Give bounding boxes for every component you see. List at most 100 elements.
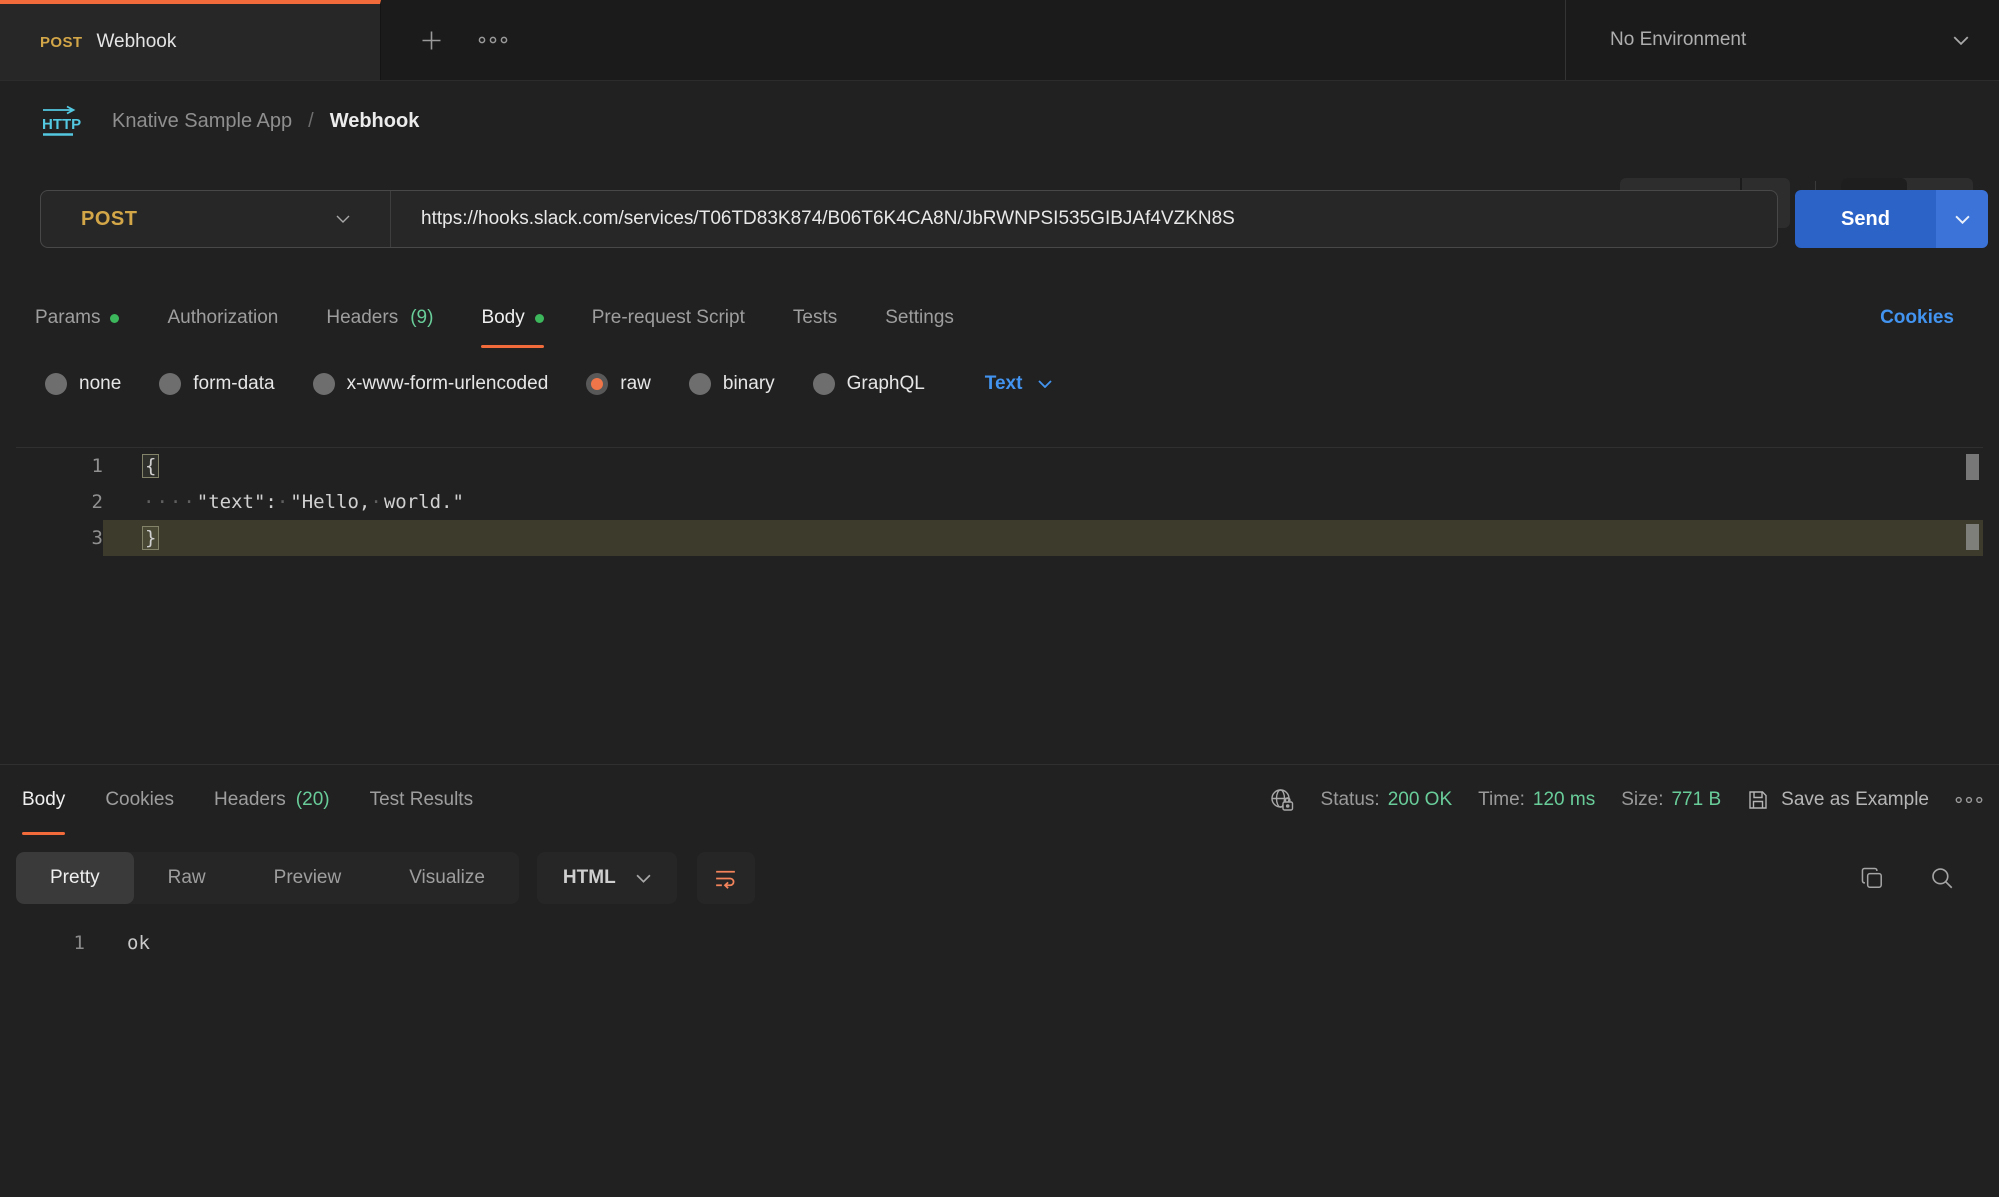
- editor-scrollbar-mark[interactable]: [1966, 454, 1979, 480]
- tab-settings[interactable]: Settings: [885, 288, 954, 348]
- time-indicator[interactable]: Time: 120 ms: [1478, 789, 1595, 811]
- http-protocol-icon: HTTP: [40, 105, 82, 137]
- response-tab-headers[interactable]: Headers (20): [214, 765, 330, 835]
- body-type-binary[interactable]: binary: [689, 373, 775, 395]
- view-mode-pretty[interactable]: Pretty: [16, 852, 134, 904]
- line-number: 1: [0, 932, 85, 954]
- send-options-button[interactable]: [1936, 190, 1988, 248]
- format-label: HTML: [563, 867, 616, 889]
- body-type-none[interactable]: none: [45, 373, 121, 395]
- method-label: POST: [81, 208, 137, 231]
- tab-label: Tests: [793, 307, 837, 329]
- tab-method-badge: POST: [40, 34, 82, 51]
- tab-bar: POST Webhook No Environment: [0, 0, 1999, 81]
- tab-body[interactable]: Body: [481, 288, 543, 348]
- tab-label: Pre-request Script: [592, 307, 745, 329]
- wrap-text-icon: [713, 866, 738, 891]
- body-type-raw[interactable]: raw: [586, 373, 651, 395]
- body-type-graphql[interactable]: GraphQL: [813, 373, 925, 395]
- breadcrumb-collection[interactable]: Knative Sample App: [112, 110, 292, 133]
- breadcrumb-separator: /: [308, 110, 314, 133]
- radio-icon: [159, 373, 181, 395]
- response-header: Body Cookies Headers (20) Test Results: [0, 765, 1999, 835]
- svg-text:HTTP: HTTP: [42, 116, 81, 133]
- radio-label: binary: [723, 373, 775, 395]
- response-meta: Status: 200 OK Time: 120 ms Size: 771 B …: [1269, 765, 1983, 835]
- radio-label: x-www-form-urlencoded: [347, 373, 549, 395]
- tab-tests[interactable]: Tests: [793, 288, 837, 348]
- status-label: Status:: [1321, 789, 1380, 811]
- new-tab-button[interactable]: [403, 0, 459, 80]
- json-value: world.": [384, 491, 464, 513]
- headers-count: (20): [296, 789, 330, 811]
- radio-icon: [813, 373, 835, 395]
- chevron-down-icon: [1038, 380, 1052, 388]
- status-indicator[interactable]: Status: 200 OK: [1321, 789, 1453, 811]
- response-tab-cookies[interactable]: Cookies: [105, 765, 174, 835]
- tab-params[interactable]: Params: [35, 288, 119, 348]
- whitespace-dot: ·: [370, 491, 383, 513]
- plus-icon: [418, 27, 445, 54]
- size-indicator[interactable]: Size: 771 B: [1621, 789, 1721, 811]
- view-mode-raw[interactable]: Raw: [134, 852, 240, 904]
- code-line-1: 1 {: [16, 448, 1983, 484]
- size-value: 771 B: [1671, 789, 1721, 811]
- copy-icon[interactable]: [1859, 865, 1885, 891]
- line-number: 2: [16, 491, 103, 513]
- request-tab-webhook[interactable]: POST Webhook: [0, 0, 381, 80]
- send-button[interactable]: Send: [1795, 190, 1936, 248]
- response-tab-body[interactable]: Body: [22, 765, 65, 835]
- url-input[interactable]: https://hooks.slack.com/services/T06TD83…: [391, 208, 1235, 230]
- radio-label: GraphQL: [847, 373, 925, 395]
- network-globe-lock-icon[interactable]: [1269, 787, 1295, 813]
- tab-headers[interactable]: Headers (9): [326, 288, 433, 348]
- format-label: Text: [985, 373, 1023, 395]
- tab-label: Test Results: [370, 789, 473, 811]
- body-type-x-www-form-urlencoded[interactable]: x-www-form-urlencoded: [313, 373, 549, 395]
- save-icon: [1747, 789, 1769, 811]
- tab-authorization[interactable]: Authorization: [167, 288, 278, 348]
- editor-scrollbar-mark[interactable]: [1966, 524, 1979, 550]
- chevron-down-icon: [1953, 36, 1969, 45]
- tab-title: Webhook: [96, 31, 176, 53]
- breadcrumb-request-name[interactable]: Webhook: [330, 110, 420, 133]
- radio-icon: [689, 373, 711, 395]
- method-dropdown[interactable]: POST: [41, 191, 391, 247]
- save-as-example-button[interactable]: Save as Example: [1747, 789, 1929, 811]
- tab-label: Params: [35, 307, 100, 329]
- response-options-button[interactable]: [1955, 796, 1983, 804]
- tab-label: Cookies: [105, 789, 174, 811]
- radio-label: form-data: [193, 373, 274, 395]
- radio-label: raw: [620, 373, 651, 395]
- line-number: 1: [16, 455, 103, 477]
- status-value: 200 OK: [1388, 789, 1452, 811]
- tab-label: Body: [481, 307, 524, 329]
- chevron-down-icon: [636, 874, 651, 883]
- response-format-dropdown[interactable]: HTML: [537, 852, 677, 904]
- raw-format-dropdown[interactable]: Text: [985, 373, 1053, 395]
- response-tab-test-results[interactable]: Test Results: [370, 765, 473, 835]
- close-brace: }: [143, 527, 158, 549]
- tab-pre-request-script[interactable]: Pre-request Script: [592, 288, 745, 348]
- response-panel: Body Cookies Headers (20) Test Results: [0, 764, 1999, 1197]
- code-content: {: [103, 448, 1983, 484]
- body-type-row: none form-data x-www-form-urlencoded raw…: [0, 358, 1999, 410]
- time-label: Time:: [1478, 789, 1525, 811]
- request-tabs: Params Authorization Headers (9) Body Pr…: [0, 288, 1999, 348]
- body-type-form-data[interactable]: form-data: [159, 373, 274, 395]
- whitespace-dot: ·: [277, 491, 290, 513]
- environment-selector[interactable]: No Environment: [1565, 0, 1999, 80]
- tab-label: Headers: [214, 789, 286, 811]
- tab-options-button[interactable]: [465, 0, 521, 80]
- wrap-lines-button[interactable]: [697, 852, 755, 904]
- search-icon[interactable]: [1929, 865, 1955, 891]
- open-brace: {: [143, 455, 158, 477]
- view-mode-preview[interactable]: Preview: [240, 852, 376, 904]
- cookies-link[interactable]: Cookies: [1880, 288, 1954, 348]
- view-mode-visualize[interactable]: Visualize: [375, 852, 519, 904]
- response-body[interactable]: 1 ok: [0, 925, 1967, 961]
- json-value: "Hello,: [290, 491, 370, 513]
- code-line-3-current: 3 }: [16, 520, 1983, 556]
- request-body-editor[interactable]: 1 { 2 ····"text":·"Hello,·world." 3 }: [16, 447, 1983, 765]
- time-value: 120 ms: [1533, 789, 1595, 811]
